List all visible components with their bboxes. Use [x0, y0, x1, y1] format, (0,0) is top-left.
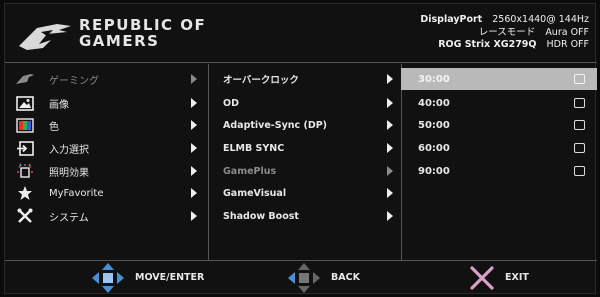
- status-info: DisplayPort 2560x1440@ 144Hz レースモード Aura O…: [420, 14, 589, 52]
- menu-label: MyFavorite: [49, 187, 104, 199]
- back-hint[interactable]: BACK: [287, 260, 360, 295]
- model-name: ROG Strix XG279Q: [438, 39, 537, 50]
- submenu-item-adaptive-sync[interactable]: Adaptive-Sync (DP): [209, 114, 401, 136]
- option-list: 30:00 40:00 50:00 60:00 90:00: [401, 64, 597, 260]
- brand-name: REPUBLIC OF GAMERS: [79, 17, 206, 49]
- menu-label: 入力選択: [49, 144, 89, 156]
- header-divider: [5, 62, 597, 63]
- option-label: 50:00: [418, 119, 450, 131]
- checkbox-icon: [574, 143, 585, 153]
- submenu-label: GamePlus: [223, 165, 277, 177]
- hdr-status: HDR OFF: [546, 39, 590, 50]
- option-90[interactable]: 90:00: [401, 160, 597, 182]
- checkbox-icon: [574, 120, 585, 130]
- color-bars-icon: [15, 117, 35, 133]
- back-label: BACK: [331, 272, 360, 283]
- input-source: DisplayPort: [420, 14, 483, 25]
- menu-label: 画像: [49, 99, 69, 111]
- chevron-right-icon: [387, 98, 393, 108]
- osd-footer: MOVE/ENTER BACK EXIT: [5, 260, 597, 295]
- checkbox-icon: [574, 74, 585, 84]
- osd-header: REPUBLIC OF GAMERS DisplayPort 2560x1440@…: [5, 4, 597, 62]
- move-enter-hint[interactable]: MOVE/ENTER: [91, 260, 204, 295]
- chevron-right-icon: [387, 211, 393, 221]
- option-60[interactable]: 60:00: [401, 137, 597, 159]
- menu-item-color[interactable]: 色: [5, 114, 205, 136]
- resolution: 2560x1440@ 144Hz: [492, 14, 589, 25]
- menu-item-gaming[interactable]: ゲーミング: [5, 68, 205, 90]
- move-enter-label: MOVE/ENTER: [135, 272, 205, 283]
- rog-logo-icon: [19, 24, 71, 50]
- checkbox-icon: [574, 98, 585, 108]
- input-select-icon: [15, 140, 35, 156]
- menu-label: ゲーミング: [49, 75, 99, 87]
- exit-hint[interactable]: EXIT: [469, 260, 529, 295]
- option-40[interactable]: 40:00: [401, 92, 597, 114]
- chevron-right-icon: [191, 120, 197, 130]
- exit-x-icon: [470, 265, 494, 290]
- menu-label: 照明効果: [49, 167, 89, 179]
- submenu: オーバークロック OD Adaptive-Sync (DP) ELMB SYNC…: [208, 64, 402, 260]
- chevron-right-icon: [191, 211, 197, 221]
- chevron-right-icon: [191, 188, 197, 198]
- submenu-label: Adaptive-Sync (DP): [223, 119, 328, 131]
- option-label: 60:00: [418, 142, 450, 154]
- submenu-label: Shadow Boost: [223, 210, 299, 222]
- option-50[interactable]: 50:00: [401, 114, 597, 136]
- option-label: 30:00: [418, 73, 450, 85]
- chevron-right-icon: [387, 120, 393, 130]
- chevron-right-icon: [191, 74, 197, 84]
- submenu-item-gamevisual[interactable]: GameVisual: [209, 182, 401, 204]
- aura-status: Aura OFF: [545, 26, 589, 38]
- submenu-item-elmb-sync[interactable]: ELMB SYNC: [209, 137, 401, 159]
- chevron-right-icon: [191, 166, 197, 176]
- dpad-back-icon: [288, 262, 320, 293]
- chevron-right-icon: [191, 98, 197, 108]
- checkbox-icon: [574, 166, 585, 176]
- tools-icon: [15, 208, 35, 224]
- menu-item-myfavorite[interactable]: MyFavorite: [5, 182, 205, 204]
- chevron-right-icon: [387, 166, 393, 176]
- lighting-icon: [15, 163, 35, 179]
- main-menu: ゲーミング 画像 色 入力選択 照明効果 MyFavorite システム: [5, 64, 205, 260]
- option-30[interactable]: 30:00: [401, 68, 597, 90]
- menu-item-lighting[interactable]: 照明効果: [5, 160, 205, 182]
- option-label: 40:00: [418, 97, 450, 109]
- osd-panel: REPUBLIC OF GAMERS DisplayPort 2560x1440@…: [4, 3, 597, 295]
- menu-item-input-select[interactable]: 入力選択: [5, 137, 205, 159]
- image-icon: [15, 95, 35, 111]
- star-icon: [15, 185, 35, 201]
- menu-item-system[interactable]: システム: [5, 205, 205, 227]
- chevron-right-icon: [387, 143, 393, 153]
- dpad-move-icon: [92, 262, 124, 293]
- menu-label: 色: [49, 121, 59, 133]
- mode-label: レースモード: [478, 26, 536, 38]
- menu-label: システム: [49, 212, 89, 224]
- submenu-item-od[interactable]: OD: [209, 92, 401, 114]
- submenu-label: OD: [223, 97, 239, 109]
- brand-line-2: GAMERS: [79, 32, 160, 50]
- submenu-item-shadow-boost[interactable]: Shadow Boost: [209, 205, 401, 227]
- submenu-label: オーバークロック: [223, 75, 299, 86]
- submenu-label: ELMB SYNC: [223, 142, 285, 154]
- submenu-item-gameplus[interactable]: GamePlus: [209, 160, 401, 182]
- chevron-right-icon: [387, 188, 393, 198]
- brand-line-1: REPUBLIC OF: [79, 16, 207, 34]
- submenu-label: GameVisual: [223, 187, 287, 199]
- submenu-item-overclock[interactable]: オーバークロック: [209, 68, 401, 90]
- option-label: 90:00: [418, 165, 450, 177]
- chevron-right-icon: [387, 74, 393, 84]
- chevron-right-icon: [191, 143, 197, 153]
- exit-label: EXIT: [505, 272, 529, 283]
- rog-eye-icon: [15, 71, 35, 87]
- menu-item-image[interactable]: 画像: [5, 92, 205, 114]
